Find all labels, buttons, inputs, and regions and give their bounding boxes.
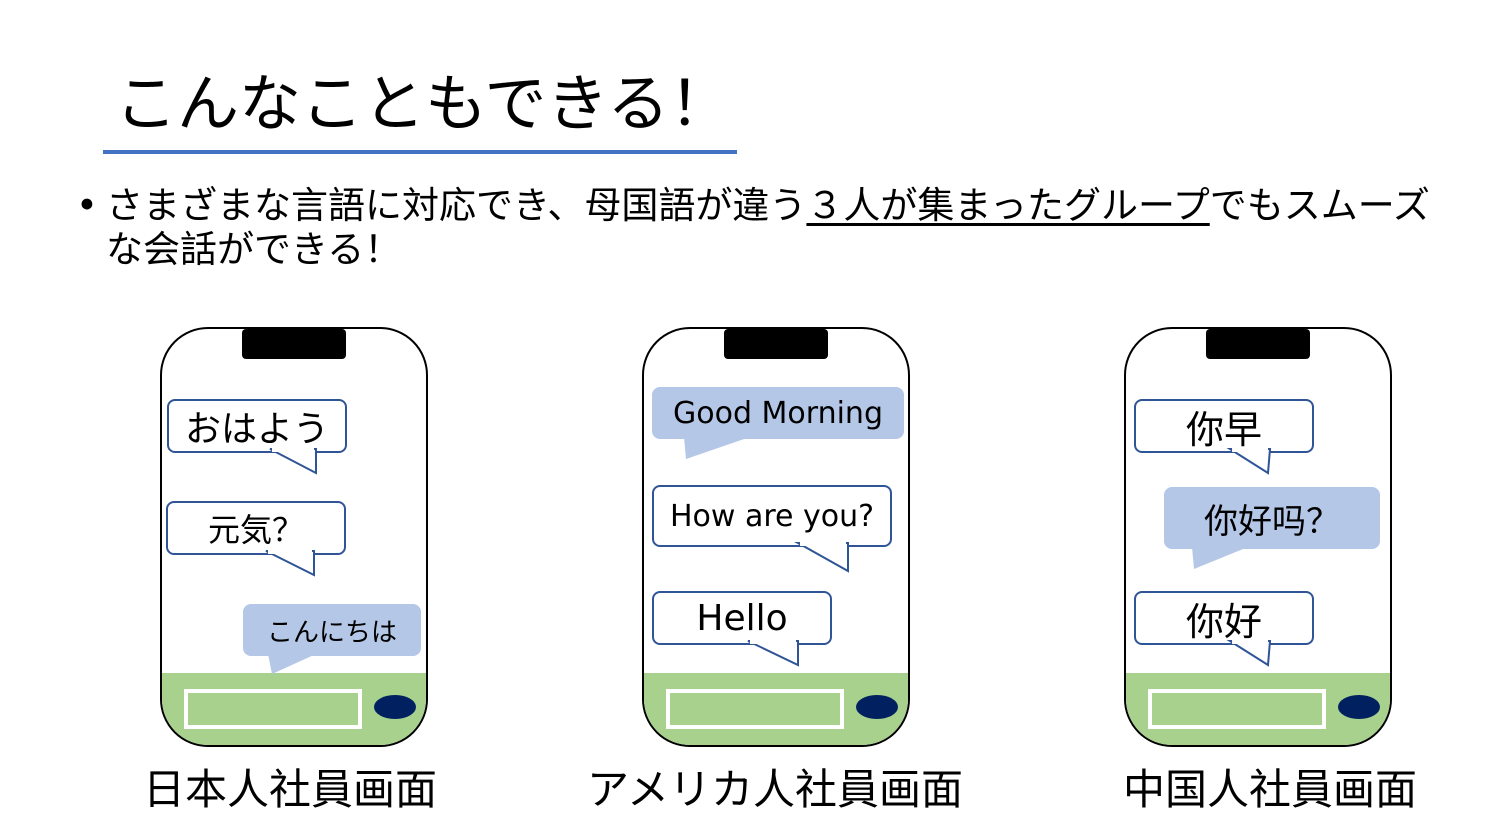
chat-bubble-text: Hello	[696, 597, 788, 639]
message-input[interactable]	[666, 689, 844, 729]
slide-title: こんなこともできる！	[115, 67, 732, 140]
bubble-tail-icon	[268, 654, 316, 674]
send-button[interactable]	[1338, 695, 1380, 719]
phone-caption-japanese: 日本人社員画面	[142, 765, 437, 814]
bubble-tail-icon	[265, 550, 315, 577]
send-button[interactable]	[374, 695, 416, 719]
bullet-text: さまざまな言語に対応でき、母国語が違う３人が集まったグループでもスムーズな会話が…	[106, 184, 1466, 272]
chat-bubble-text: Good Morning	[673, 395, 883, 431]
chat-bubble: おはよう	[167, 399, 347, 453]
phone-notch	[1206, 329, 1310, 359]
bubble-tail-icon	[794, 542, 849, 573]
message-input[interactable]	[184, 689, 362, 729]
chat-bubble: 你早	[1134, 399, 1314, 453]
bullet-text-underlined: ３人が集まったグループ	[806, 184, 1210, 227]
phone-caption-chinese: 中国人社員画面	[1122, 765, 1417, 814]
message-input-bar	[162, 673, 426, 745]
chat-bubble-text: 你好	[1185, 599, 1262, 644]
chat-bubble-text: 元気？	[207, 511, 304, 549]
phone-american: Good Morning How are you? Hello	[642, 327, 910, 747]
bullet-text-before: さまざまな言語に対応でき、母国語が違う	[106, 184, 807, 227]
chat-bubble: 元気？	[166, 501, 346, 555]
phone-notch	[242, 329, 346, 359]
phone-notch	[724, 329, 828, 359]
bubble-tail-icon	[269, 448, 317, 475]
phone-caption-american: アメリカ人社員画面	[587, 765, 963, 814]
chat-bubble: Hello	[652, 591, 832, 645]
phone-chinese: 你早 你好吗？ 你好	[1124, 327, 1392, 747]
chat-bubble-text: 你早	[1185, 407, 1262, 452]
chat-bubble: 你好	[1134, 591, 1314, 645]
message-input-bar	[1126, 673, 1390, 745]
chat-bubble: Good Morning	[652, 387, 904, 439]
chat-bubble-text: おはよう	[184, 409, 329, 450]
bullet-dot-icon: •	[76, 184, 98, 227]
title-underline	[103, 150, 737, 154]
bubble-tail-icon	[1192, 547, 1248, 569]
send-button[interactable]	[856, 695, 898, 719]
chat-bubble: How are you?	[652, 485, 892, 547]
phone-japanese: おはよう 元気？ こんにちは	[160, 327, 428, 747]
chat-bubble-text: How are you?	[669, 498, 875, 534]
message-input-bar	[644, 673, 908, 745]
chat-bubble: 你好吗？	[1164, 487, 1380, 549]
chat-bubble-text: こんにちは	[266, 617, 397, 648]
bubble-tail-icon	[747, 640, 799, 667]
chat-bubble: こんにちは	[243, 604, 421, 656]
bubble-tail-icon	[684, 437, 750, 459]
chat-bubble-text: 你好吗？	[1204, 501, 1340, 542]
message-input[interactable]	[1148, 689, 1326, 729]
